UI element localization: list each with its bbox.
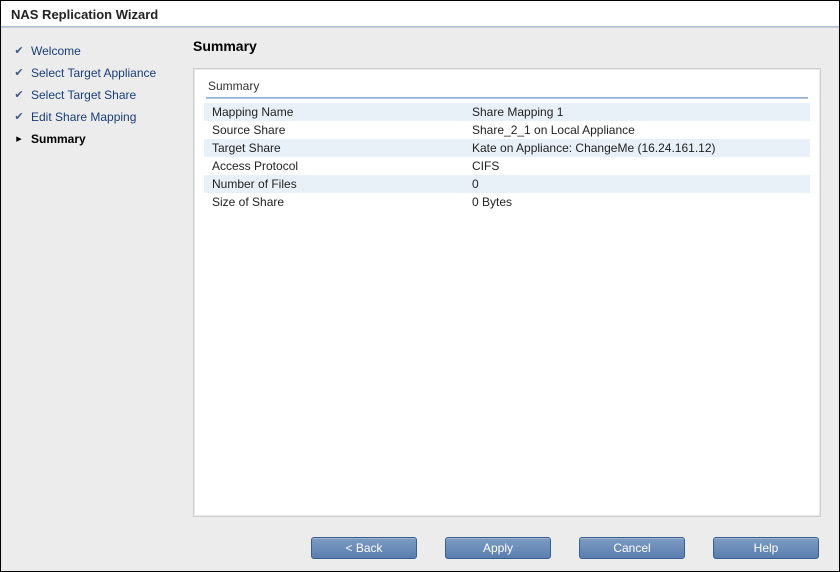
table-row: Mapping Name Share Mapping 1	[204, 103, 810, 121]
summary-value: 0	[464, 175, 810, 193]
summary-value: Share_2_1 on Local Appliance	[464, 121, 810, 139]
wizard-main: Summary Summary Mapping Name Share Mappi…	[193, 28, 839, 525]
sidebar-item-select-target-appliance[interactable]: ✔ Select Target Appliance	[13, 62, 185, 84]
apply-button[interactable]: Apply	[445, 537, 551, 559]
check-icon: ✔	[13, 68, 25, 79]
back-button[interactable]: < Back	[311, 537, 417, 559]
table-row: Number of Files 0	[204, 175, 810, 193]
sidebar-item-summary[interactable]: ▸ Summary	[13, 128, 185, 150]
summary-key: Access Protocol	[204, 157, 464, 175]
summary-panel: Summary Mapping Name Share Mapping 1 Sou…	[193, 68, 821, 517]
summary-value: Share Mapping 1	[464, 103, 810, 121]
sidebar-item-select-target-share[interactable]: ✔ Select Target Share	[13, 84, 185, 106]
summary-value: 0 Bytes	[464, 193, 810, 211]
check-icon: ✔	[13, 112, 25, 123]
table-row: Source Share Share_2_1 on Local Applianc…	[204, 121, 810, 139]
sidebar-item-welcome[interactable]: ✔ Welcome	[13, 40, 185, 62]
summary-table: Mapping Name Share Mapping 1 Source Shar…	[204, 103, 810, 211]
table-row: Access Protocol CIFS	[204, 157, 810, 175]
wizard-footer: < Back Apply Cancel Help	[1, 525, 839, 571]
wizard-body: ✔ Welcome ✔ Select Target Appliance ✔ Se…	[1, 28, 839, 525]
panel-divider	[206, 97, 808, 99]
check-icon: ✔	[13, 46, 25, 57]
caret-right-icon: ▸	[13, 134, 25, 145]
summary-value: CIFS	[464, 157, 810, 175]
sidebar-item-label: Welcome	[31, 44, 81, 58]
help-button[interactable]: Help	[713, 537, 819, 559]
wizard-sidebar: ✔ Welcome ✔ Select Target Appliance ✔ Se…	[1, 28, 193, 525]
summary-key: Target Share	[204, 139, 464, 157]
page-heading: Summary	[193, 38, 821, 54]
wizard-window: NAS Replication Wizard ✔ Welcome ✔ Selec…	[0, 0, 840, 572]
summary-key: Source Share	[204, 121, 464, 139]
sidebar-item-label: Edit Share Mapping	[31, 110, 136, 124]
check-icon: ✔	[13, 90, 25, 101]
panel-title: Summary	[204, 77, 810, 97]
summary-value: Kate on Appliance: ChangeMe (16.24.161.1…	[464, 139, 810, 157]
sidebar-item-label: Select Target Share	[31, 88, 136, 102]
table-row: Target Share Kate on Appliance: ChangeMe…	[204, 139, 810, 157]
sidebar-item-label: Select Target Appliance	[31, 66, 156, 80]
summary-key: Mapping Name	[204, 103, 464, 121]
summary-key: Number of Files	[204, 175, 464, 193]
summary-key: Size of Share	[204, 193, 464, 211]
sidebar-item-edit-share-mapping[interactable]: ✔ Edit Share Mapping	[13, 106, 185, 128]
sidebar-item-label: Summary	[31, 132, 86, 146]
table-row: Size of Share 0 Bytes	[204, 193, 810, 211]
cancel-button[interactable]: Cancel	[579, 537, 685, 559]
window-title: NAS Replication Wizard	[1, 1, 839, 26]
